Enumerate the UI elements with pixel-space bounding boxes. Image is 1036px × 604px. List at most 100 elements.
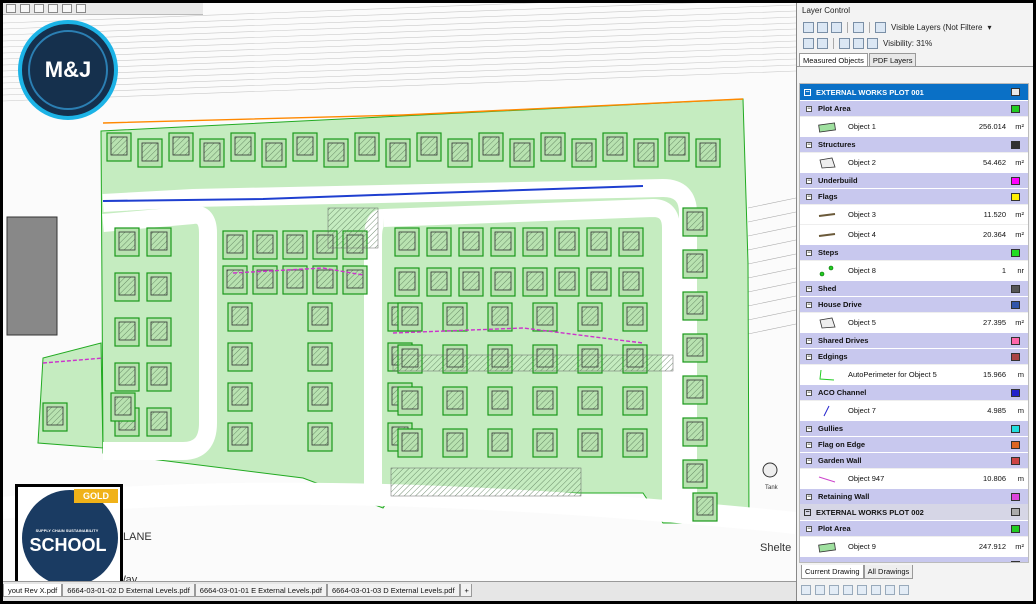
layer-color-swatch[interactable] bbox=[1011, 177, 1020, 185]
object-row[interactable]: Object 5 27.395 m² bbox=[800, 312, 1028, 332]
doc-tab[interactable]: 6664-03-01-02 D External Levels.pdf bbox=[62, 584, 195, 597]
toolbar-icon[interactable] bbox=[62, 4, 72, 13]
layer-color-swatch[interactable] bbox=[1011, 493, 1020, 501]
collapse-icon[interactable]: − bbox=[806, 141, 812, 148]
collapse-icon[interactable]: − bbox=[806, 389, 812, 396]
object-row[interactable]: Object 947 10.806 m bbox=[800, 468, 1028, 488]
doc-tab[interactable]: yout Rev X.pdf bbox=[3, 584, 63, 597]
collapse-icon[interactable]: − bbox=[806, 425, 812, 432]
plot-header[interactable]: − EXTERNAL WORKS PLOT 001 bbox=[800, 84, 1028, 100]
tab-pdf-layers[interactable]: PDF Layers bbox=[868, 53, 917, 66]
object-row[interactable]: Object 7 4.985 m bbox=[800, 400, 1028, 420]
collapse-icon[interactable]: − bbox=[806, 441, 812, 448]
toolbar-icon[interactable] bbox=[6, 4, 16, 13]
add-tab-button[interactable]: + bbox=[459, 584, 472, 597]
layer-category[interactable]: −Structures bbox=[800, 556, 1028, 562]
layer-color-swatch[interactable] bbox=[1011, 441, 1020, 449]
layer-category[interactable]: − Shared Drives bbox=[800, 332, 1028, 348]
export-icon[interactable] bbox=[899, 585, 909, 595]
copy-layer-icon[interactable] bbox=[817, 21, 828, 33]
collapse-icon[interactable]: − bbox=[806, 285, 812, 292]
tab-measured-objects[interactable]: Measured Objects bbox=[799, 53, 868, 66]
layer-list[interactable]: − EXTERNAL WORKS PLOT 001− Plot Area Object… bbox=[799, 83, 1029, 563]
object-row[interactable]: Object 2 54.462 m² bbox=[800, 152, 1028, 172]
object-row[interactable]: Object 9 247.912 m² bbox=[800, 536, 1028, 556]
filter-dropdown[interactable]: Visible Layers (Not Filtere bbox=[891, 23, 982, 32]
collapse-icon[interactable]: − bbox=[804, 508, 811, 516]
layer-category[interactable]: − Flags bbox=[800, 188, 1028, 204]
layer-category[interactable]: − Retaining Wall bbox=[800, 488, 1028, 504]
last-icon[interactable] bbox=[871, 585, 881, 595]
drawing-canvas[interactable]: LANEycle WayShelteTank M&J GOLD SUPPLY C… bbox=[3, 3, 796, 581]
layer-category[interactable]: − Edgings bbox=[800, 348, 1028, 364]
collapse-icon[interactable]: − bbox=[806, 561, 812, 562]
database-icon[interactable] bbox=[801, 585, 811, 595]
toolbar-icon[interactable] bbox=[34, 4, 44, 13]
collapse-icon[interactable]: − bbox=[806, 493, 812, 500]
collapse-icon[interactable]: − bbox=[806, 177, 812, 184]
layer-color-swatch[interactable] bbox=[1011, 561, 1020, 562]
plot-swatch[interactable] bbox=[1011, 88, 1020, 96]
collapse-icon[interactable]: − bbox=[806, 337, 812, 344]
layer-category[interactable]: − Plot Area bbox=[800, 520, 1028, 536]
layer-color-swatch[interactable] bbox=[1011, 353, 1020, 361]
layer-category[interactable]: − Garden Wall bbox=[800, 452, 1028, 468]
layer-category[interactable]: − Gullies bbox=[800, 420, 1028, 436]
layer-color-swatch[interactable] bbox=[1011, 285, 1020, 293]
pin-icon[interactable] bbox=[885, 585, 895, 595]
toolbar-icon[interactable] bbox=[76, 4, 86, 13]
sort-icon[interactable] bbox=[853, 21, 864, 33]
object-row[interactable]: Object 3 11.520 m² bbox=[800, 204, 1028, 224]
plot-swatch[interactable] bbox=[1011, 508, 1020, 516]
expand-icon[interactable] bbox=[839, 37, 850, 49]
layer-color-swatch[interactable] bbox=[1011, 301, 1020, 309]
layer-color-swatch[interactable] bbox=[1011, 425, 1020, 433]
collapse-icon[interactable]: − bbox=[804, 88, 811, 96]
collapse-icon[interactable]: − bbox=[806, 301, 812, 308]
layer-color-swatch[interactable] bbox=[1011, 141, 1020, 149]
doc-tab[interactable]: 6664-03-01-03 D External Levels.pdf bbox=[326, 584, 460, 597]
collapse-icon[interactable]: − bbox=[806, 105, 812, 112]
collapse-icon[interactable]: − bbox=[806, 193, 812, 200]
tab-all-drawings[interactable]: All Drawings bbox=[863, 565, 914, 579]
group-icon[interactable] bbox=[831, 21, 842, 33]
object-row[interactable]: Object 4 20.364 m² bbox=[800, 224, 1028, 244]
collapse-icon[interactable]: − bbox=[806, 249, 812, 256]
layer-color-swatch[interactable] bbox=[1011, 193, 1020, 201]
layer-category[interactable]: −Structures bbox=[800, 136, 1028, 152]
move-icon[interactable] bbox=[853, 37, 864, 49]
view-icon[interactable] bbox=[803, 37, 814, 49]
layer-category[interactable]: − Plot Area bbox=[800, 100, 1028, 116]
toolbar-icon[interactable] bbox=[48, 4, 58, 13]
first-icon[interactable] bbox=[829, 585, 839, 595]
toolbar-icon[interactable] bbox=[20, 4, 30, 13]
link-icon[interactable] bbox=[815, 585, 825, 595]
lock-icon[interactable] bbox=[867, 37, 878, 49]
layer-category[interactable]: − House Drive bbox=[800, 296, 1028, 312]
layer-color-swatch[interactable] bbox=[1011, 525, 1020, 533]
prev-icon[interactable] bbox=[843, 585, 853, 595]
layer-category[interactable]: − Flag on Edge bbox=[800, 436, 1028, 452]
layer-category[interactable]: − Shed bbox=[800, 280, 1028, 296]
filter-icon[interactable] bbox=[875, 21, 886, 33]
collapse-icon[interactable]: − bbox=[806, 525, 812, 532]
plot-header[interactable]: − EXTERNAL WORKS PLOT 002 bbox=[800, 504, 1028, 520]
layer-color-swatch[interactable] bbox=[1011, 457, 1020, 465]
object-row[interactable]: Object 8 1 nr bbox=[800, 260, 1028, 280]
new-layer-icon[interactable] bbox=[803, 21, 814, 33]
layer-category[interactable]: − Steps bbox=[800, 244, 1028, 260]
chevron-down-icon[interactable]: ▾ bbox=[987, 23, 991, 32]
layer-color-swatch[interactable] bbox=[1011, 389, 1020, 397]
collapse-icon[interactable]: − bbox=[806, 457, 812, 464]
layer-color-swatch[interactable] bbox=[1011, 337, 1020, 345]
select-icon[interactable] bbox=[817, 37, 828, 49]
doc-tab[interactable]: 6664-03-01-01 E External Levels.pdf bbox=[194, 584, 327, 597]
layer-category[interactable]: − Underbuild bbox=[800, 172, 1028, 188]
collapse-icon[interactable]: − bbox=[806, 353, 812, 360]
layer-color-swatch[interactable] bbox=[1011, 249, 1020, 257]
object-row[interactable]: AutoPerimeter for Object 5 15.966 m bbox=[800, 364, 1028, 384]
object-row[interactable]: Object 1 256.014 m² bbox=[800, 116, 1028, 136]
tab-current-drawing[interactable]: Current Drawing bbox=[801, 565, 864, 579]
layer-color-swatch[interactable] bbox=[1011, 105, 1020, 113]
next-icon[interactable] bbox=[857, 585, 867, 595]
